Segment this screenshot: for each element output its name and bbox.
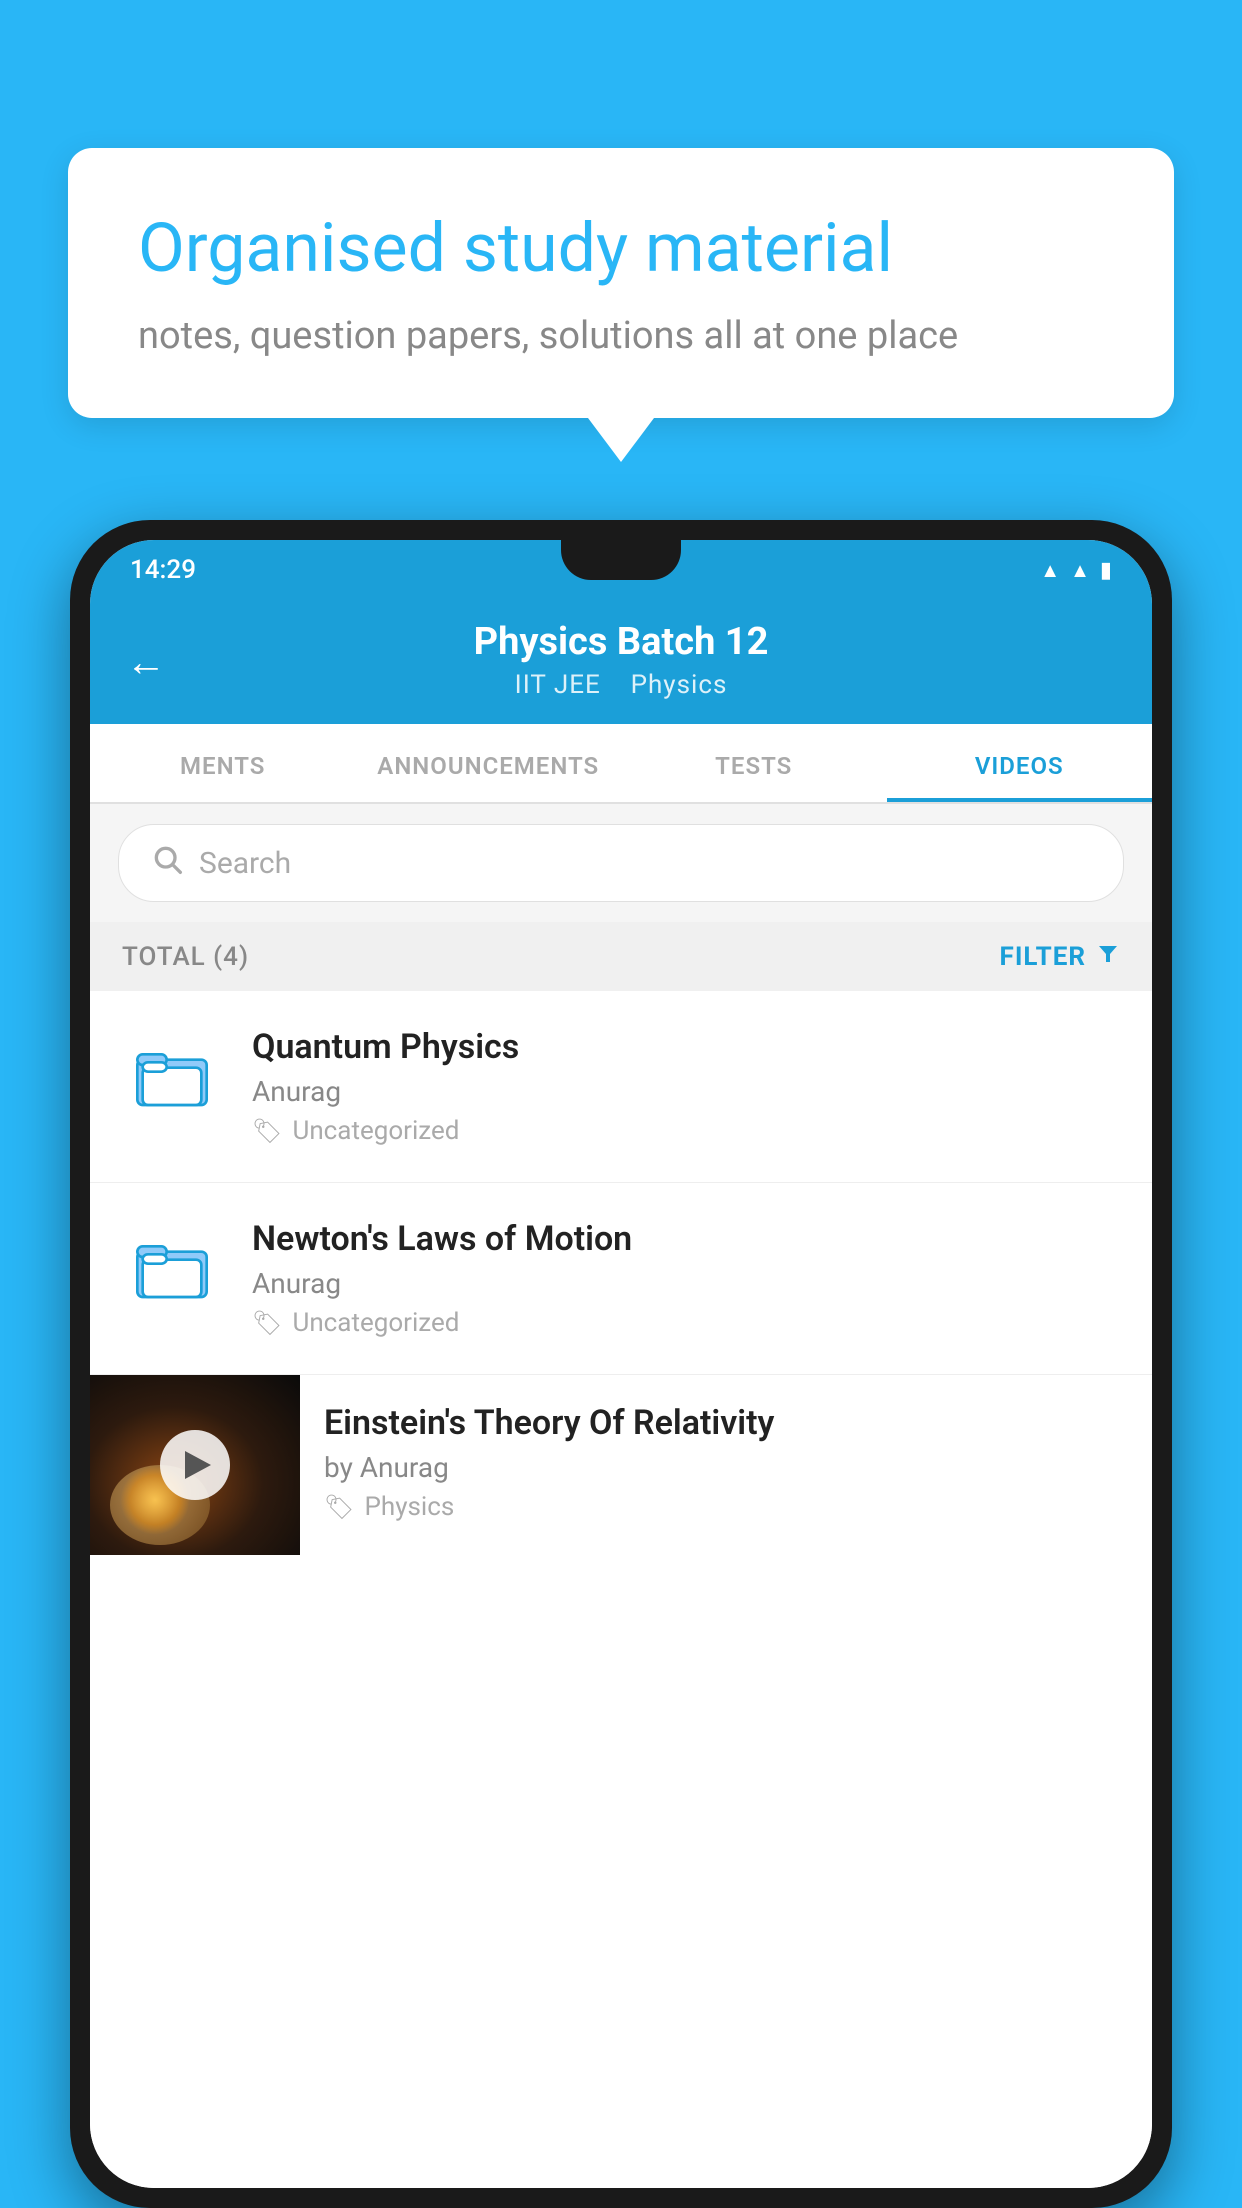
list-item[interactable]: Einstein's Theory Of Relativity by Anura…	[90, 1375, 1152, 1555]
item-tag-1: 🏷 Uncategorized	[252, 1116, 1120, 1146]
item-tag-label-3: Physics	[364, 1492, 454, 1522]
header-subtitle: IIT JEE Physics	[130, 670, 1112, 700]
wifi-icon	[1040, 558, 1060, 583]
bubble-title: Organised study material	[138, 208, 1104, 290]
item-author-2: Anurag	[252, 1267, 1120, 1300]
status-bar: 14:29	[90, 540, 1152, 600]
back-button[interactable]: ←	[126, 639, 166, 686]
header-title: Physics Batch 12	[130, 620, 1112, 664]
play-triangle-icon	[185, 1451, 211, 1479]
list-item[interactable]: Newton's Laws of Motion Anurag 🏷 Uncateg…	[90, 1183, 1152, 1375]
phone-inner: 14:29 ← Physics Batch 12 IIT JEE Physics	[90, 540, 1152, 2188]
phone-outer: 14:29 ← Physics Batch 12 IIT JEE Physics	[70, 520, 1172, 2208]
phone-wrapper: 14:29 ← Physics Batch 12 IIT JEE Physics	[70, 520, 1172, 2208]
header-subtitle-part2: Physics	[631, 670, 728, 700]
app-header: ← Physics Batch 12 IIT JEE Physics	[90, 600, 1152, 724]
item-tag-label-2: Uncategorized	[292, 1308, 459, 1338]
phone-notch	[561, 540, 681, 580]
item-title-1: Quantum Physics	[252, 1027, 1120, 1067]
list-item[interactable]: Quantum Physics Anurag 🏷 Uncategorized	[90, 991, 1152, 1183]
filter-button[interactable]: FILTER	[1000, 940, 1120, 973]
item-tag-3: 🏷 Physics	[324, 1492, 1128, 1522]
battery-icon	[1100, 558, 1112, 583]
search-placeholder: Search	[199, 846, 291, 881]
tab-videos[interactable]: VIDEOS	[887, 724, 1153, 802]
item-info-2: Newton's Laws of Motion Anurag 🏷 Uncateg…	[252, 1219, 1120, 1338]
bubble-subtitle: notes, question papers, solutions all at…	[138, 314, 1104, 358]
total-count: TOTAL (4)	[122, 942, 249, 972]
filter-funnel-icon	[1096, 940, 1120, 973]
tabs-bar: MENTS ANNOUNCEMENTS TESTS VIDEOS	[90, 724, 1152, 804]
tag-icon-3: 🏷	[324, 1493, 354, 1521]
tag-icon-1: 🏷	[252, 1117, 282, 1145]
tag-icon-2: 🏷	[252, 1309, 282, 1337]
item-tag-2: 🏷 Uncategorized	[252, 1308, 1120, 1338]
speech-bubble-section: Organised study material notes, question…	[68, 148, 1174, 418]
status-time: 14:29	[130, 555, 196, 585]
tab-announcements[interactable]: ANNOUNCEMENTS	[356, 724, 622, 802]
tab-tests[interactable]: TESTS	[621, 724, 887, 802]
header-subtitle-part1: IIT JEE	[515, 670, 601, 700]
video-thumbnail	[90, 1375, 300, 1555]
speech-bubble: Organised study material notes, question…	[68, 148, 1174, 418]
status-icons	[1040, 558, 1112, 583]
play-button[interactable]	[160, 1430, 230, 1500]
search-container: Search	[90, 804, 1152, 922]
folder-icon-2	[122, 1219, 222, 1319]
search-box[interactable]: Search	[118, 824, 1124, 902]
item-author-3: by Anurag	[324, 1451, 1128, 1484]
content-area: Quantum Physics Anurag 🏷 Uncategorized	[90, 991, 1152, 2188]
item-info-1: Quantum Physics Anurag 🏷 Uncategorized	[252, 1027, 1120, 1146]
item-title-2: Newton's Laws of Motion	[252, 1219, 1120, 1259]
item-author-1: Anurag	[252, 1075, 1120, 1108]
filter-label: FILTER	[1000, 942, 1086, 972]
signal-icon	[1070, 558, 1090, 583]
folder-icon-1	[122, 1027, 222, 1127]
search-icon	[151, 843, 183, 883]
item-tag-label-1: Uncategorized	[292, 1116, 459, 1146]
tab-ments[interactable]: MENTS	[90, 724, 356, 802]
filter-bar: TOTAL (4) FILTER	[90, 922, 1152, 991]
item-title-3: Einstein's Theory Of Relativity	[324, 1403, 1128, 1443]
item-info-3: Einstein's Theory Of Relativity by Anura…	[300, 1375, 1152, 1550]
